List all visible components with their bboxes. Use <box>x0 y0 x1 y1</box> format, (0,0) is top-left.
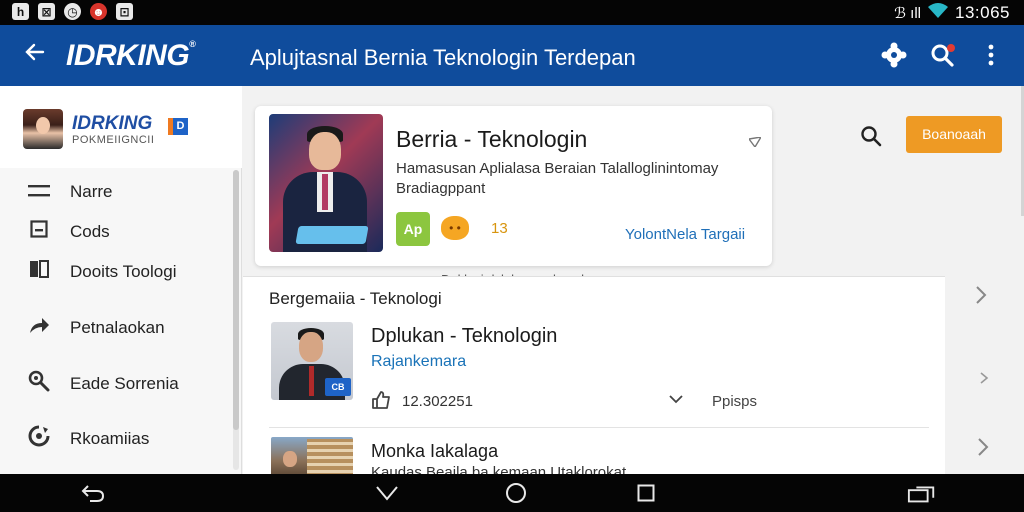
menu-lines-icon <box>26 181 52 204</box>
collapse-chevron-icon[interactable] <box>372 478 402 508</box>
app-badge: Ap <box>396 212 430 246</box>
list-item-thumbnail: CB <box>271 322 353 400</box>
featured-article-description: Hamasusan Aplialasa Beraian Talalloglini… <box>396 160 719 197</box>
featured-article-image <box>269 114 383 252</box>
sidebar-item-label: Cods <box>70 222 110 241</box>
system-nav-bar <box>0 474 1024 512</box>
home-icon[interactable] <box>501 478 531 508</box>
sidebar-item-narre[interactable]: Narre <box>0 174 232 210</box>
clock-icon: ◷ <box>64 3 81 20</box>
sidebar-scrollbar[interactable] <box>233 170 239 470</box>
status-indicators: ℬ ıll 13:065 <box>894 2 1010 23</box>
reaction-count: 13 <box>491 220 508 237</box>
list-item-title: Dplukan - Teknologin <box>371 325 558 347</box>
list-item-chevron-icon[interactable] <box>979 365 989 391</box>
cta-button[interactable]: Boanoaah <box>906 116 1002 153</box>
avatar <box>23 109 63 149</box>
sidebar-item-dooits-toologi[interactable]: Dooits Toologi <box>0 254 232 290</box>
featured-article-card[interactable]: Berria - Teknologin Hamasusan Aplialasa … <box>255 106 772 281</box>
sidebar-item-label: Eade Sorrenia <box>70 374 179 393</box>
wifi-icon <box>927 2 949 23</box>
list-item-chevron-icon[interactable] <box>977 437 989 463</box>
list-item-source[interactable]: Rajankemara <box>371 353 466 371</box>
list-divider <box>269 427 929 428</box>
sidebar-item-rkoamiias[interactable]: Rkoamiias <box>0 421 232 457</box>
channel-logo: CB <box>325 378 351 396</box>
sidebar-profile[interactable]: IDRKING POKMEIIGNCII D <box>0 86 242 168</box>
app-logo-text: IDRKING <box>66 39 190 72</box>
search-person-icon <box>26 370 52 398</box>
sidebar-scroll-thumb[interactable] <box>233 170 239 430</box>
registered-mark: ® <box>189 39 196 49</box>
signal-icon: ℬ ıll <box>894 4 921 22</box>
app-bar: IDRKING® Aplujtasnal Bernia Teknologin T… <box>0 25 1024 86</box>
profile-name: IDRKING <box>72 113 153 134</box>
sidebar-item-eade-sorrenia[interactable]: Eade Sorrenia <box>0 366 232 402</box>
refresh-gear-icon <box>26 425 52 453</box>
featured-article-link[interactable]: YolontNela Targaii <box>625 226 745 243</box>
rotate-screen-icon[interactable] <box>907 478 937 508</box>
sidebar-item-label: Rkoamiias <box>70 429 150 448</box>
settings-gear-icon[interactable] <box>878 39 910 71</box>
list-item-subtitle: Kaudas Beaila ba kemaan Utaklorokat <box>371 464 627 474</box>
notification-gallery-icon: ⊡ <box>116 3 133 20</box>
sidebar-item-petnalaokan[interactable]: Petnalaokan <box>0 310 232 346</box>
notification-app-icon: ☻ <box>90 3 107 20</box>
book-icon <box>26 259 52 285</box>
page-title: Aplujtasnal Bernia Teknologin Terdepan <box>250 45 636 70</box>
reaction-emoji-icon[interactable]: • • <box>441 216 469 240</box>
list-item-extra: Ppisps <box>712 393 758 410</box>
profile-subtitle: POKMEIIGNCII <box>72 134 155 146</box>
list-item-title: Monka Iakalaga <box>371 441 499 461</box>
chevron-down-icon[interactable] <box>669 391 683 409</box>
like-icon[interactable] <box>371 390 391 415</box>
more-options-icon[interactable] <box>975 39 1007 71</box>
list-item-meta: 12.302251 <box>402 393 473 410</box>
list-item-thumbnail <box>271 437 353 474</box>
back-icon[interactable] <box>78 478 108 508</box>
notification-h-icon: h <box>12 3 29 20</box>
search-icon[interactable] <box>926 39 958 71</box>
notification-image-icon: ⊠ <box>38 3 55 20</box>
section-chevron-right-icon[interactable] <box>975 285 987 311</box>
status-bar: h ⊠ ◷ ☻ ⊡ ℬ ıll 13:065 <box>0 0 1024 25</box>
sidebar-item-label: Narre <box>70 182 113 201</box>
main-content: Berria - Teknologin Hamasusan Aplialasa … <box>243 86 1024 474</box>
profile-badge: D <box>168 118 188 135</box>
app-logo: IDRKING® <box>66 39 196 73</box>
section-title: Bergemaiia - Teknologi <box>269 289 442 308</box>
back-arrow-icon[interactable] <box>18 38 52 72</box>
status-time: 13:065 <box>955 2 1010 22</box>
sidebar: IDRKING POKMEIIGNCII D Narre Cods Dooits… <box>0 86 242 474</box>
sidebar-item-label: Petnalaokan <box>70 318 165 337</box>
recents-icon[interactable] <box>631 478 661 508</box>
square-icon <box>26 220 52 244</box>
notification-icons: h ⊠ ◷ ☻ ⊡ <box>12 3 133 20</box>
featured-article-title: Berria - Teknologin <box>396 126 588 152</box>
share-arrow-icon <box>26 315 52 341</box>
sidebar-item-cods[interactable]: Cods <box>0 214 232 250</box>
content-search-icon[interactable] <box>855 120 887 152</box>
notification-dot <box>947 44 955 52</box>
verified-icon <box>747 136 763 150</box>
sidebar-item-label: Dooits Toologi <box>70 262 177 281</box>
article-list: Bergemaiia - Teknologi CB Dplukan - Tekn… <box>243 276 989 474</box>
